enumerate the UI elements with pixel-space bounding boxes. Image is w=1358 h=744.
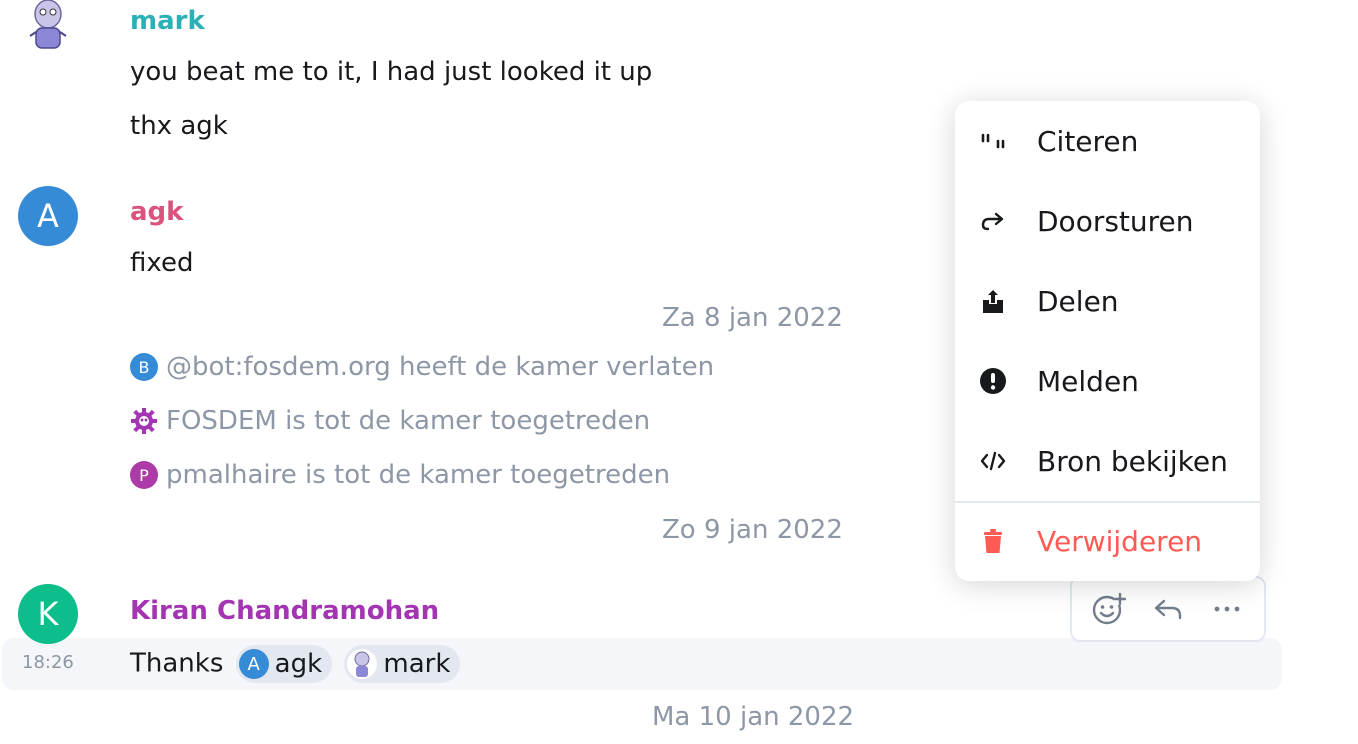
membership-event: P pmalhaire is tot de kamer toegetreden [130,460,670,490]
membership-event: FOSDEM is tot de kamer toegetreden [130,406,650,436]
message-context-menu: Citeren Doorsturen Delen Melden Bron bek… [955,101,1260,581]
menu-item-quote[interactable]: Citeren [955,101,1260,181]
sender-name-mark[interactable]: mark [130,6,205,36]
user-pill-agk[interactable]: A agk [235,645,333,683]
react-button[interactable] [1087,587,1131,631]
menu-item-delete[interactable]: Verwijderen [955,501,1260,581]
membership-event: B @bot:fosdem.org heeft de kamer verlate… [130,352,714,382]
message-timestamp[interactable]: 18:26 [22,652,74,673]
code-icon [979,447,1007,475]
menu-item-label: Citeren [1037,124,1139,158]
menu-item-forward[interactable]: Doorsturen [955,181,1260,261]
forward-icon [979,207,1007,235]
date-separator: Zo 9 jan 2022 [662,515,843,545]
kiran-avatar[interactable]: K [18,584,78,644]
quote-icon [979,127,1007,155]
menu-item-label: Verwijderen [1037,524,1203,558]
menu-item-label: Bron bekijken [1037,444,1228,478]
message-text: fixed [130,248,194,278]
options-icon [1214,606,1240,612]
avatar-letter: K [37,595,59,633]
fosdem-logo-icon[interactable] [130,407,158,435]
event-text: FOSDEM is tot de kamer toegetreden [166,406,651,436]
event-text: pmalhaire is tot de kamer toegetreden [166,460,671,490]
message-action-bar [1070,576,1266,642]
message-text: you beat me to it, I had just looked it … [130,57,653,87]
menu-item-share[interactable]: Delen [955,261,1260,341]
date-separator: Ma 10 jan 2022 [652,702,855,732]
menu-item-label: Doorsturen [1037,204,1194,238]
event-avatar[interactable]: B [130,353,158,381]
message-body: Thanks [130,648,224,679]
agk-avatar[interactable]: A [18,186,78,246]
mark-avatar[interactable] [20,0,76,52]
share-icon [979,287,1007,315]
message-text: Thanks A agk mark [130,645,461,683]
options-button[interactable] [1205,587,1249,631]
sender-name-kiran[interactable]: Kiran Chandramohan [130,596,439,626]
date-separator: Za 8 jan 2022 [662,303,843,333]
room-timeline: mark you beat me to it, I had just looke… [0,0,1358,744]
reply-button[interactable] [1146,587,1190,631]
event-avatar[interactable]: P [130,461,158,489]
avatar-letter: A [37,197,59,235]
pill-label: agk [274,649,323,679]
user-pill-mark[interactable]: mark [344,645,461,683]
pill-avatar: A [238,649,269,679]
mark-avatar [347,649,378,679]
menu-item-view-source[interactable]: Bron bekijken [955,421,1260,501]
sender-name-agk[interactable]: agk [130,197,183,227]
message-text: thx agk [130,111,228,141]
menu-item-label: Melden [1037,364,1139,398]
menu-item-label: Delen [1037,284,1119,318]
report-icon [979,367,1007,395]
menu-item-report[interactable]: Melden [955,341,1260,421]
trash-icon [979,527,1007,555]
event-text: @bot:fosdem.org heeft de kamer verlaten [166,352,715,382]
reply-icon [1154,599,1182,620]
pill-label: mark [383,649,451,679]
react-icon [1093,592,1127,625]
